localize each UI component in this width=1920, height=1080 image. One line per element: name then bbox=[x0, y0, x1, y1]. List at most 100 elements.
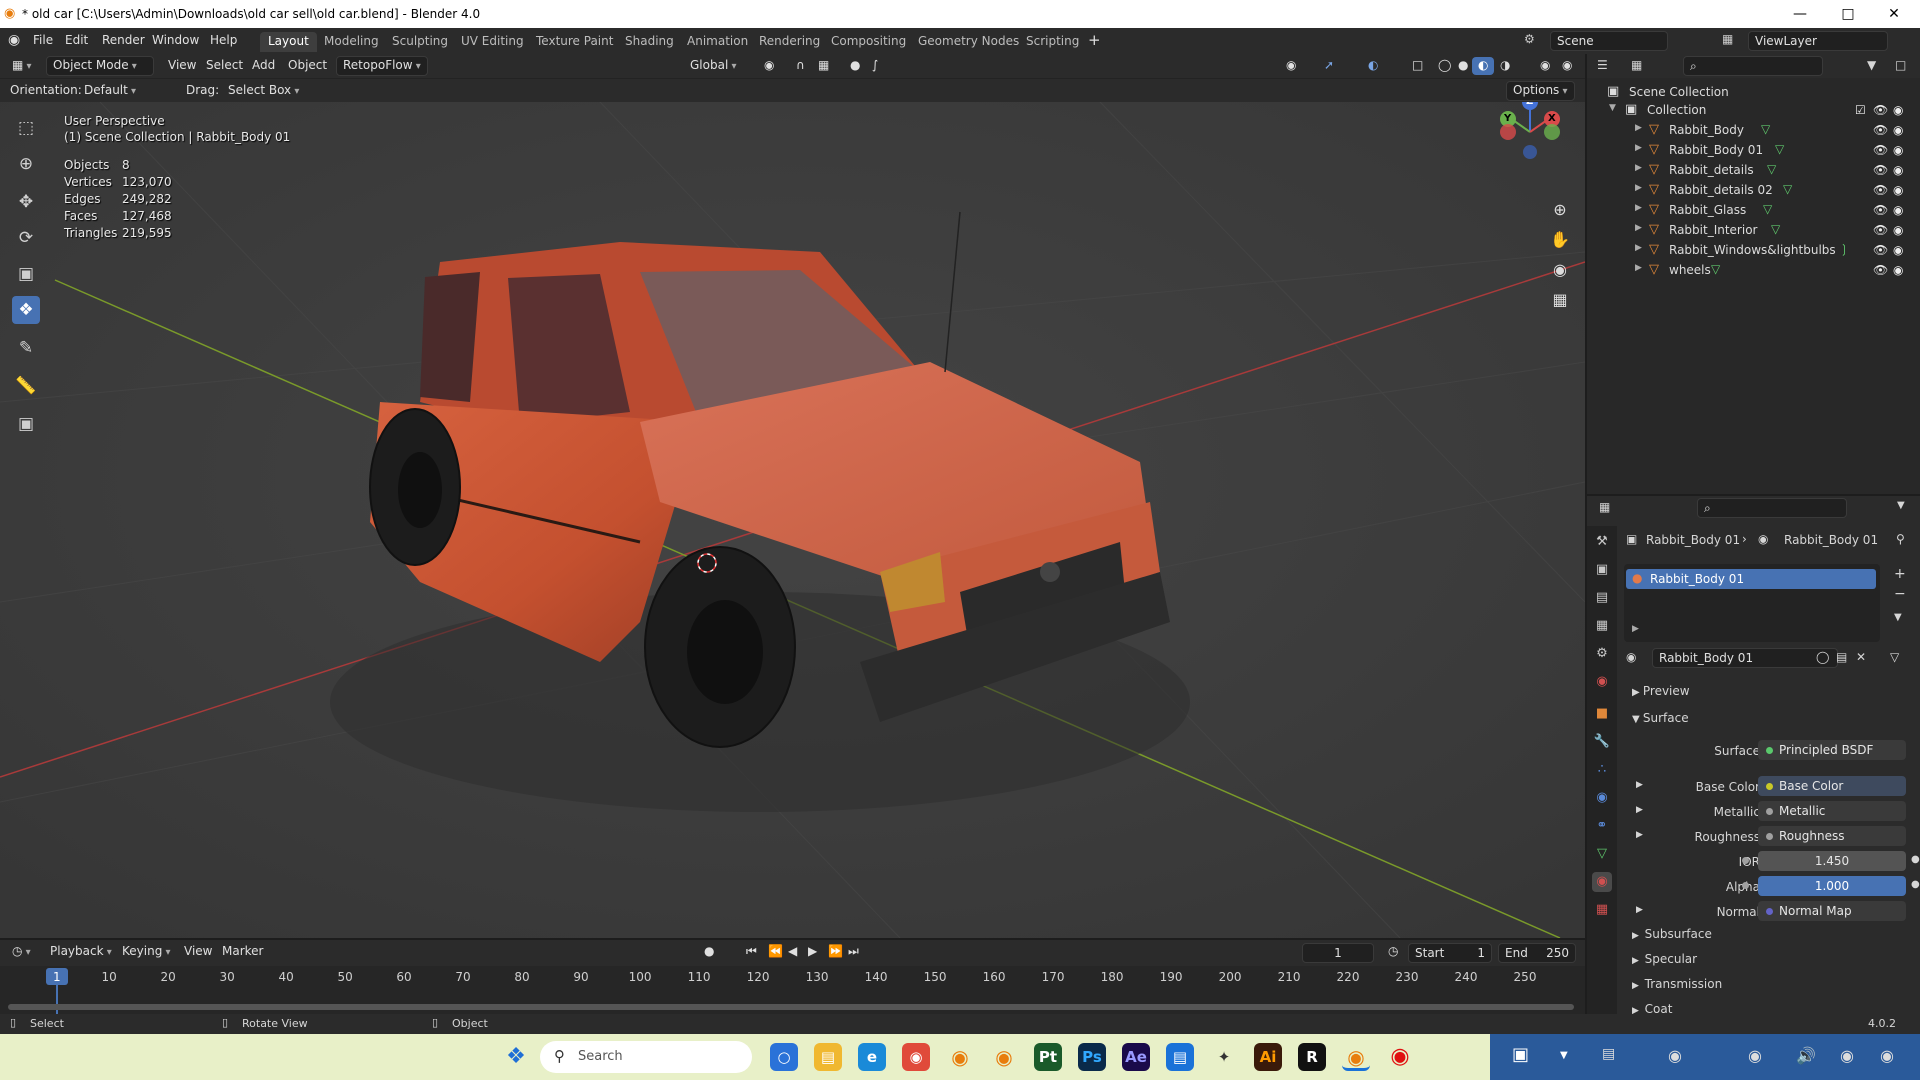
app-icon[interactable]: ○ bbox=[770, 1043, 798, 1071]
jump-end-icon[interactable]: ⏭ bbox=[842, 943, 865, 961]
chevron-down-icon[interactable]: ▼ bbox=[1897, 500, 1905, 511]
duplicate-icon[interactable]: ▤ bbox=[1836, 650, 1847, 664]
notification-icon[interactable]: ◉ bbox=[1880, 1046, 1894, 1065]
expand-arrow-icon[interactable]: ▶ bbox=[1635, 143, 1642, 153]
eye-icon[interactable]: 👁 bbox=[1873, 183, 1888, 197]
tab-shading[interactable]: Shading bbox=[617, 32, 682, 52]
camera-tray-icon[interactable]: ◉ bbox=[1748, 1046, 1762, 1065]
rizom-icon[interactable]: R bbox=[1298, 1043, 1326, 1071]
eye-icon[interactable]: 👁 bbox=[1873, 243, 1888, 257]
tab-geometry-nodes[interactable]: Geometry Nodes bbox=[910, 32, 1027, 52]
gamepad-icon[interactable]: ◉ bbox=[1668, 1046, 1682, 1065]
remove-slot-button[interactable]: − bbox=[1894, 586, 1906, 602]
file-explorer-icon[interactable]: ▤ bbox=[814, 1043, 842, 1071]
eye-icon[interactable]: 👁 bbox=[1873, 203, 1888, 217]
close-window-button[interactable]: ✕ bbox=[1874, 2, 1914, 26]
marker-menu[interactable]: Marker bbox=[216, 943, 269, 961]
snap-target-icon[interactable]: ▦ bbox=[812, 57, 835, 75]
outliner-object-row[interactable]: ▶ ▽ Rabbit_details ▽ 👁 ◉ bbox=[1587, 160, 1920, 180]
blender-app-icon[interactable]: ◉ bbox=[990, 1043, 1018, 1071]
normal-field[interactable]: Normal Map bbox=[1758, 901, 1906, 921]
add-menu[interactable]: Add bbox=[246, 57, 281, 75]
expand-arrow-icon[interactable]: ▶ bbox=[1635, 223, 1642, 233]
cursor-tool-icon[interactable]: ⊕ bbox=[12, 150, 40, 178]
render-region-icon[interactable]: ◉ bbox=[1556, 57, 1578, 75]
3d-viewport[interactable]: Z Y X User Perspective (1) Scene Collect… bbox=[0, 102, 1585, 938]
unlink-icon[interactable]: ✕ bbox=[1856, 650, 1866, 664]
outliner-collection[interactable]: ▼ ▣ Collection ☑ 👁 ◉ bbox=[1587, 100, 1920, 120]
expand-arrow-icon[interactable]: ▶ bbox=[1635, 203, 1642, 213]
add-slot-button[interactable]: + bbox=[1894, 566, 1906, 582]
play-icon[interactable]: ▶ bbox=[802, 943, 823, 961]
data-tab-icon[interactable]: ▽ bbox=[1592, 844, 1612, 864]
camera-icon[interactable]: ◉ bbox=[1893, 183, 1903, 197]
xray-icon[interactable]: □ bbox=[1406, 57, 1429, 75]
outliner-object-row[interactable]: ▶ ▽ Rabbit_Interior ▽ 👁 ◉ bbox=[1587, 220, 1920, 240]
end-frame-field[interactable]: End 250 bbox=[1498, 943, 1576, 963]
outliner-object-row[interactable]: ▶ ▽ wheels ▽ 👁 ◉ bbox=[1587, 260, 1920, 280]
surface-shader-field[interactable]: Principled BSDF bbox=[1758, 740, 1906, 760]
camera-icon[interactable]: ◉ bbox=[1893, 103, 1903, 117]
timeline-scrubber[interactable]: 1102030405060708090100110120130140150160… bbox=[0, 966, 1585, 1014]
menu-edit[interactable]: Edit bbox=[65, 33, 88, 47]
eye-icon[interactable]: 👁 bbox=[1873, 163, 1888, 177]
menu-window[interactable]: Window bbox=[152, 33, 199, 47]
zbrush-icon[interactable]: ✦ bbox=[1210, 1043, 1238, 1071]
rendered-shading-icon[interactable]: ◑ bbox=[1494, 57, 1516, 75]
link-type-icon[interactable]: ▽ bbox=[1890, 650, 1899, 664]
gizmo-toggle-icon[interactable]: ➚ bbox=[1318, 57, 1340, 75]
blender-app-icon[interactable]: ◉ bbox=[946, 1043, 974, 1071]
new-collection-icon[interactable]: □ bbox=[1895, 58, 1906, 72]
camera-icon[interactable]: ◉ bbox=[1893, 243, 1903, 257]
tab-layout[interactable]: Layout bbox=[260, 32, 317, 52]
proportional-edit-icon[interactable]: ● bbox=[844, 57, 866, 75]
expand-arrow-icon[interactable]: ▶ bbox=[1635, 183, 1642, 193]
preview-section[interactable]: ▶ Preview bbox=[1632, 684, 1690, 698]
properties-search-input[interactable]: ⌕ bbox=[1697, 498, 1847, 518]
annotate-tool-icon[interactable]: ✎ bbox=[12, 334, 40, 362]
camera-icon[interactable]: ◉ bbox=[1893, 123, 1903, 137]
transform-orientation-selector[interactable]: Global bbox=[684, 57, 742, 75]
view-layer-tab-icon[interactable]: ▦ bbox=[1592, 616, 1612, 636]
display-mode-icon[interactable]: ▦ bbox=[1631, 58, 1642, 72]
object-menu[interactable]: Object bbox=[282, 57, 333, 75]
tab-texture-paint[interactable]: Texture Paint bbox=[528, 32, 621, 52]
record-icon[interactable]: ● bbox=[698, 943, 720, 961]
keying-menu[interactable]: Keying bbox=[116, 943, 177, 961]
eye-icon[interactable]: 👁 bbox=[1873, 143, 1888, 157]
expand-arrow-icon[interactable]: ▶ bbox=[1635, 243, 1642, 253]
play-reverse-icon[interactable]: ◀ bbox=[782, 943, 803, 961]
camera-icon[interactable]: ◉ bbox=[1893, 143, 1903, 157]
eye-icon[interactable]: 👁 bbox=[1873, 123, 1888, 137]
menu-file[interactable]: File bbox=[33, 33, 53, 47]
expand-arrow-icon[interactable]: ▶ bbox=[1635, 163, 1642, 173]
menu-render[interactable]: Render bbox=[102, 33, 145, 47]
outliner-scene-collection[interactable]: ▣ Scene Collection bbox=[1587, 82, 1920, 102]
microphone-icon[interactable]: ◉ bbox=[1840, 1046, 1854, 1065]
select-box-tool-icon[interactable]: ⬚ bbox=[12, 114, 40, 142]
keyframe-dot-icon[interactable]: ● bbox=[1911, 854, 1920, 865]
tool-tab-icon[interactable]: ⚒ bbox=[1592, 532, 1612, 552]
camera-view-icon[interactable]: ◉ bbox=[1546, 256, 1574, 284]
move-tool-icon[interactable]: ✥ bbox=[12, 188, 40, 216]
measure-tool-icon[interactable]: 📏 bbox=[12, 372, 40, 400]
transmission-section[interactable]: ▶ Transmission bbox=[1632, 977, 1722, 991]
menu-help[interactable]: Help bbox=[210, 33, 237, 47]
overlay-toggle-icon[interactable]: ◐ bbox=[1362, 57, 1384, 75]
tab-animation[interactable]: Animation bbox=[679, 32, 756, 52]
zoom-icon[interactable]: ⊕ bbox=[1546, 196, 1574, 224]
expand-arrow-icon[interactable]: ▼ bbox=[1609, 103, 1616, 113]
jump-start-icon[interactable]: ⏮ bbox=[740, 943, 763, 961]
material-tab-icon[interactable]: ◉ bbox=[1592, 872, 1612, 892]
outliner-object-row[interactable]: ▶ ▽ Rabbit_Body ▽ 👁 ◉ bbox=[1587, 120, 1920, 140]
blender-active-app-icon[interactable]: ◉ bbox=[1342, 1043, 1370, 1071]
add-workspace-button[interactable]: + bbox=[1088, 31, 1101, 49]
mode-selector[interactable]: Object Mode bbox=[46, 56, 154, 76]
perspective-toggle-icon[interactable]: ▦ bbox=[1546, 286, 1574, 314]
chrome-browser-icon[interactable]: ◉ bbox=[902, 1043, 930, 1071]
tab-uv-editing[interactable]: UV Editing bbox=[453, 32, 532, 52]
constraints-tab-icon[interactable]: ⚭ bbox=[1592, 816, 1612, 836]
tab-sculpting[interactable]: Sculpting bbox=[384, 32, 456, 52]
properties-editor-icon[interactable]: ▦ bbox=[1599, 500, 1610, 514]
illustrator-icon[interactable]: Ai bbox=[1254, 1043, 1282, 1071]
